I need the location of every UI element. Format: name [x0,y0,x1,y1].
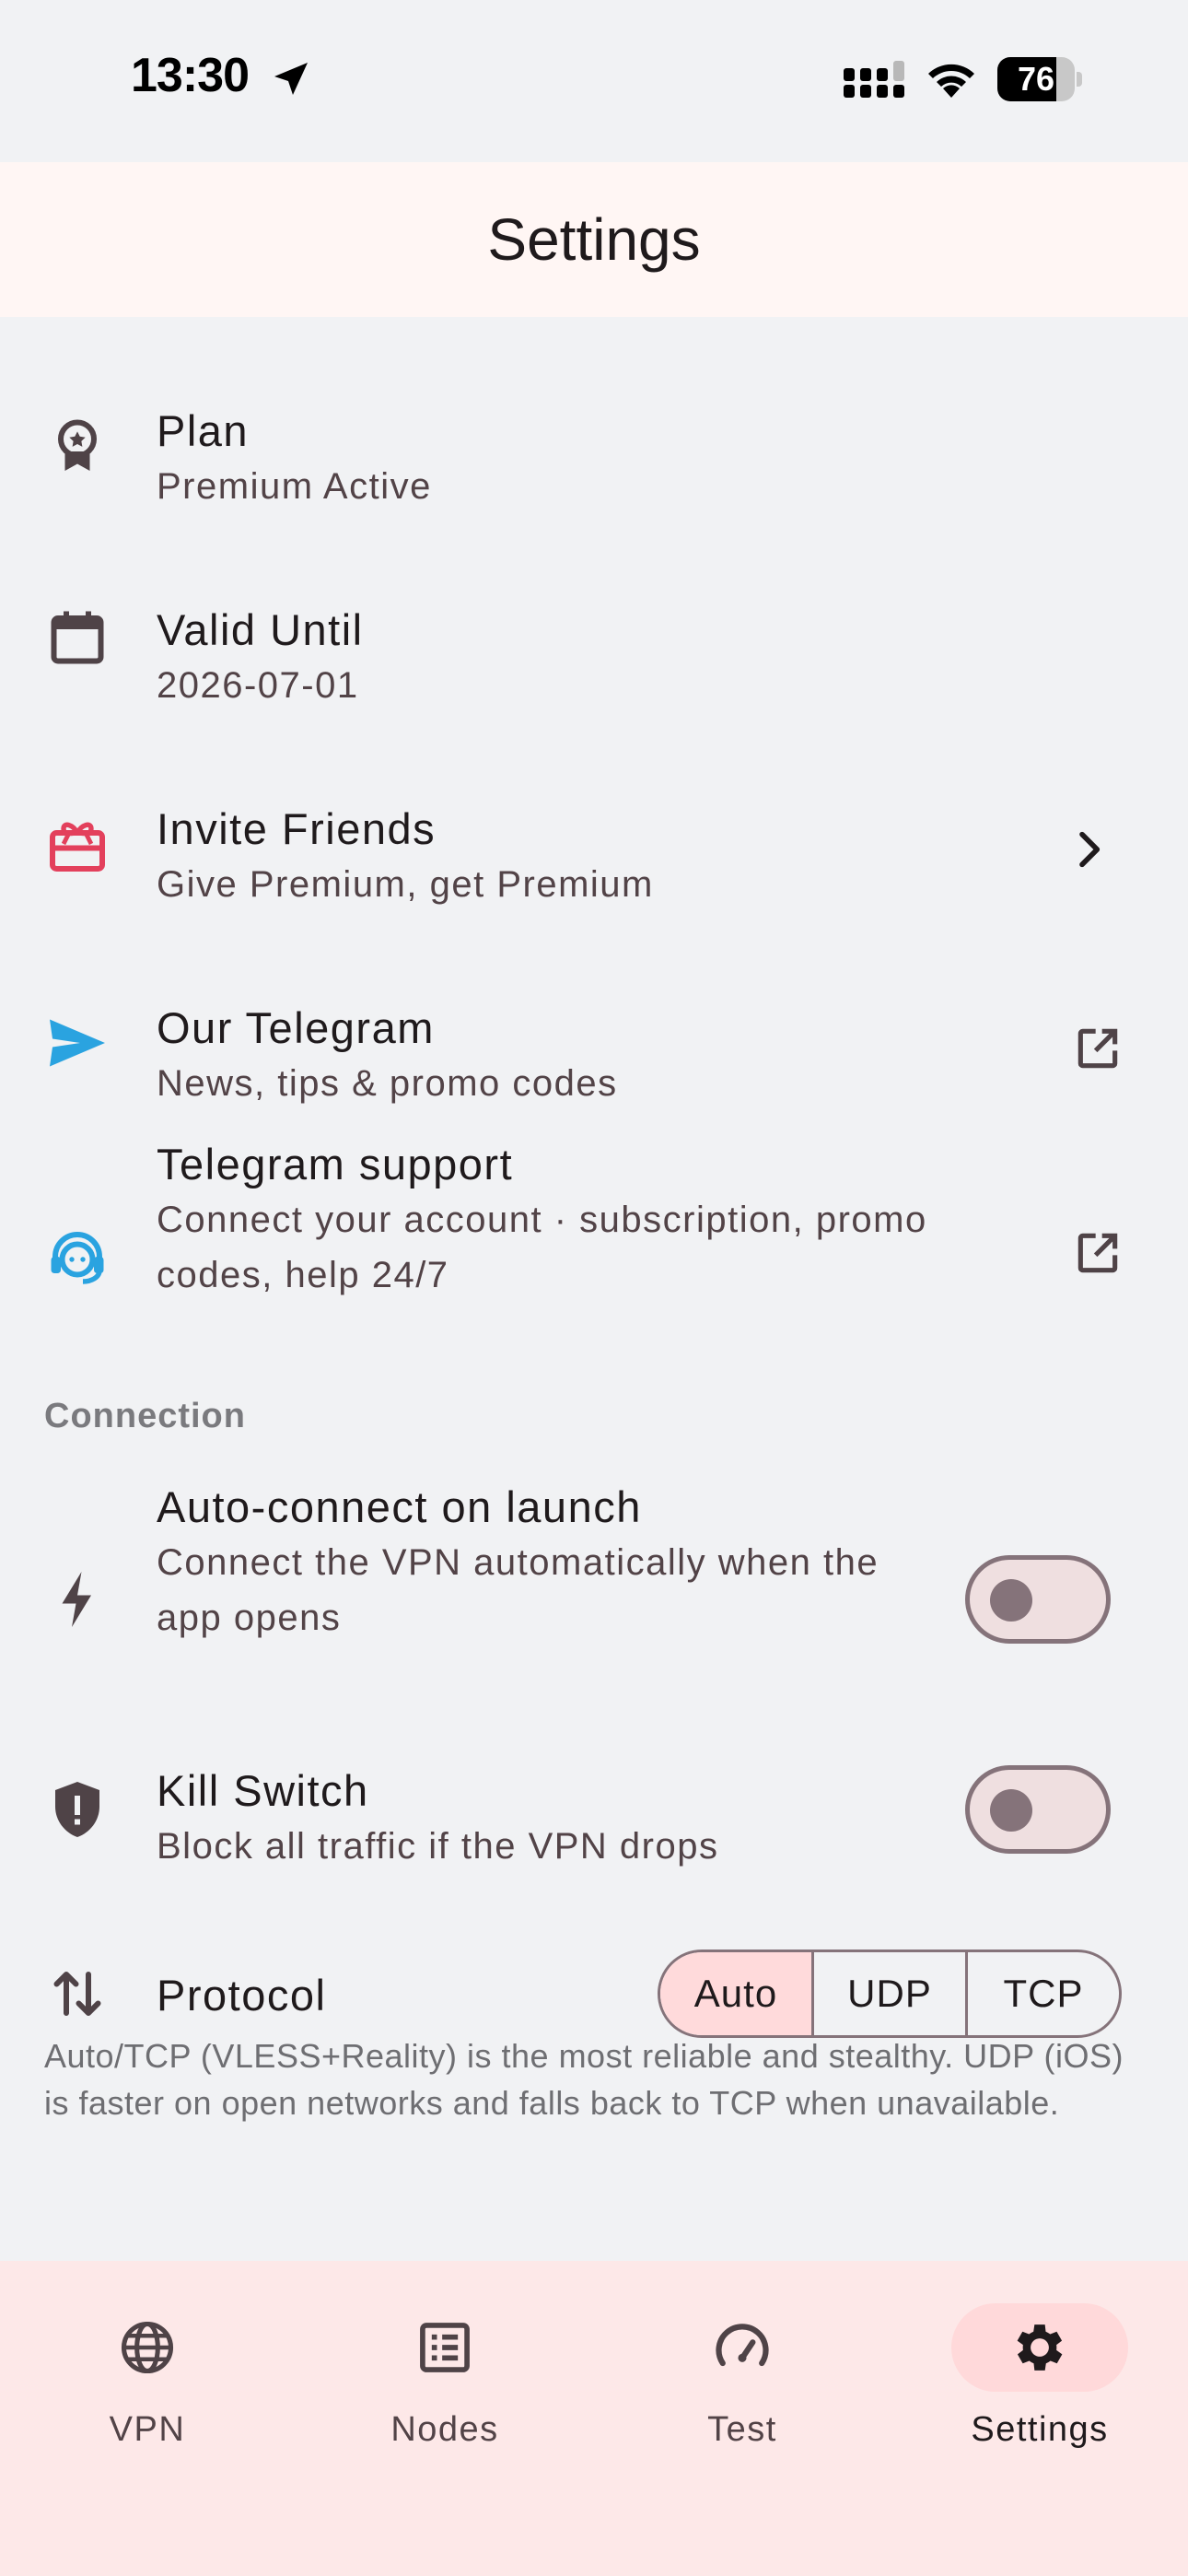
toggle-knob [990,1579,1032,1622]
settings-list[interactable]: Plan Premium Active Valid Until 2026-07-… [0,317,1188,2261]
valid-until-row: Valid Until 2026-07-01 [0,556,1188,741]
telegram-support-subtitle: Connect your account · subscription, pro… [157,1200,927,1295]
speedometer-icon [711,2316,774,2379]
globe-icon [116,2316,179,2379]
battery-level: 76 [1017,60,1055,98]
send-icon [44,1010,111,1076]
protocol-option-tcp[interactable]: TCP [965,1952,1119,2035]
nav-nodes[interactable]: Nodes [325,2303,565,2469]
external-link-icon [1072,1227,1124,1279]
swap-vertical-icon [44,1961,111,2027]
wifi-icon [923,57,980,100]
nav-test-label: Test [707,2410,777,2449]
toggle-knob [990,1789,1032,1832]
telegram-channel-subtitle: News, tips & promo codes [157,1063,618,1104]
calendar-icon [44,604,111,671]
auto-connect-toggle[interactable] [965,1555,1111,1644]
gift-icon [44,811,111,877]
app-bar: Settings [0,162,1188,317]
location-arrow-icon [269,57,313,101]
chevron-right-icon [1063,824,1114,875]
protocol-option-auto[interactable]: Auto [660,1952,811,2035]
battery-indicator: 76 [997,57,1082,101]
kill-switch-toggle[interactable] [965,1765,1111,1854]
nav-nodes-label: Nodes [390,2410,499,2449]
plan-status: Premium Active [157,466,432,507]
bolt-icon [44,1566,111,1633]
gear-icon [1008,2316,1071,2379]
nav-settings[interactable]: Settings [920,2303,1159,2469]
valid-until-title: Valid Until [157,605,364,654]
protocol-option-udp[interactable]: UDP [811,1952,965,2035]
protocol-segmented-control[interactable]: Auto UDP TCP [658,1950,1122,2038]
external-link-icon [1072,1023,1124,1074]
cellular-signal-icon [842,61,906,100]
nav-vpn-label: VPN [109,2410,186,2449]
shield-alert-icon [44,1776,111,1843]
plan-title: Plan [157,406,250,455]
protocol-note: Auto/TCP (VLESS+Reality) is the most rel… [44,2037,1124,2122]
telegram-channel-row[interactable]: Our Telegram News, tips & promo codes [0,954,1188,1139]
kill-switch-title: Kill Switch [157,1766,369,1815]
support-agent-icon [44,1224,111,1290]
telegram-channel-title: Our Telegram [157,1003,435,1052]
telegram-support-row[interactable]: Telegram support Connect your account · … [0,1139,1188,1369]
nav-vpn[interactable]: VPN [28,2303,267,2469]
bottom-navigation: VPN Nodes Test Settings [0,2261,1188,2576]
kill-switch-row[interactable]: Kill Switch Block all traffic if the VPN… [0,1717,1188,1902]
auto-connect-title: Auto-connect on launch [157,1482,642,1531]
page-title: Settings [487,206,701,273]
kill-switch-subtitle: Block all traffic if the VPN drops [157,1826,719,1867]
valid-until-date: 2026-07-01 [157,665,359,706]
nav-settings-label: Settings [971,2410,1109,2449]
connection-section-header: Connection [44,1397,246,1435]
status-time: 13:30 [131,49,250,102]
invite-friends-subtitle: Give Premium, get Premium [157,864,654,905]
plan-row: Plan Premium Active [0,357,1188,542]
protocol-title: Protocol [157,1971,327,2020]
nav-test[interactable]: Test [623,2303,862,2469]
list-icon [413,2316,476,2379]
auto-connect-row[interactable]: Auto-connect on launch Connect the VPN a… [0,1481,1188,1712]
invite-friends-row[interactable]: Invite Friends Give Premium, get Premium [0,755,1188,940]
auto-connect-subtitle: Connect the VPN automatically when the a… [157,1542,879,1638]
telegram-support-title: Telegram support [157,1140,514,1188]
status-bar: 13:30 76 [0,0,1188,162]
invite-friends-title: Invite Friends [157,804,437,853]
award-icon [44,413,111,479]
